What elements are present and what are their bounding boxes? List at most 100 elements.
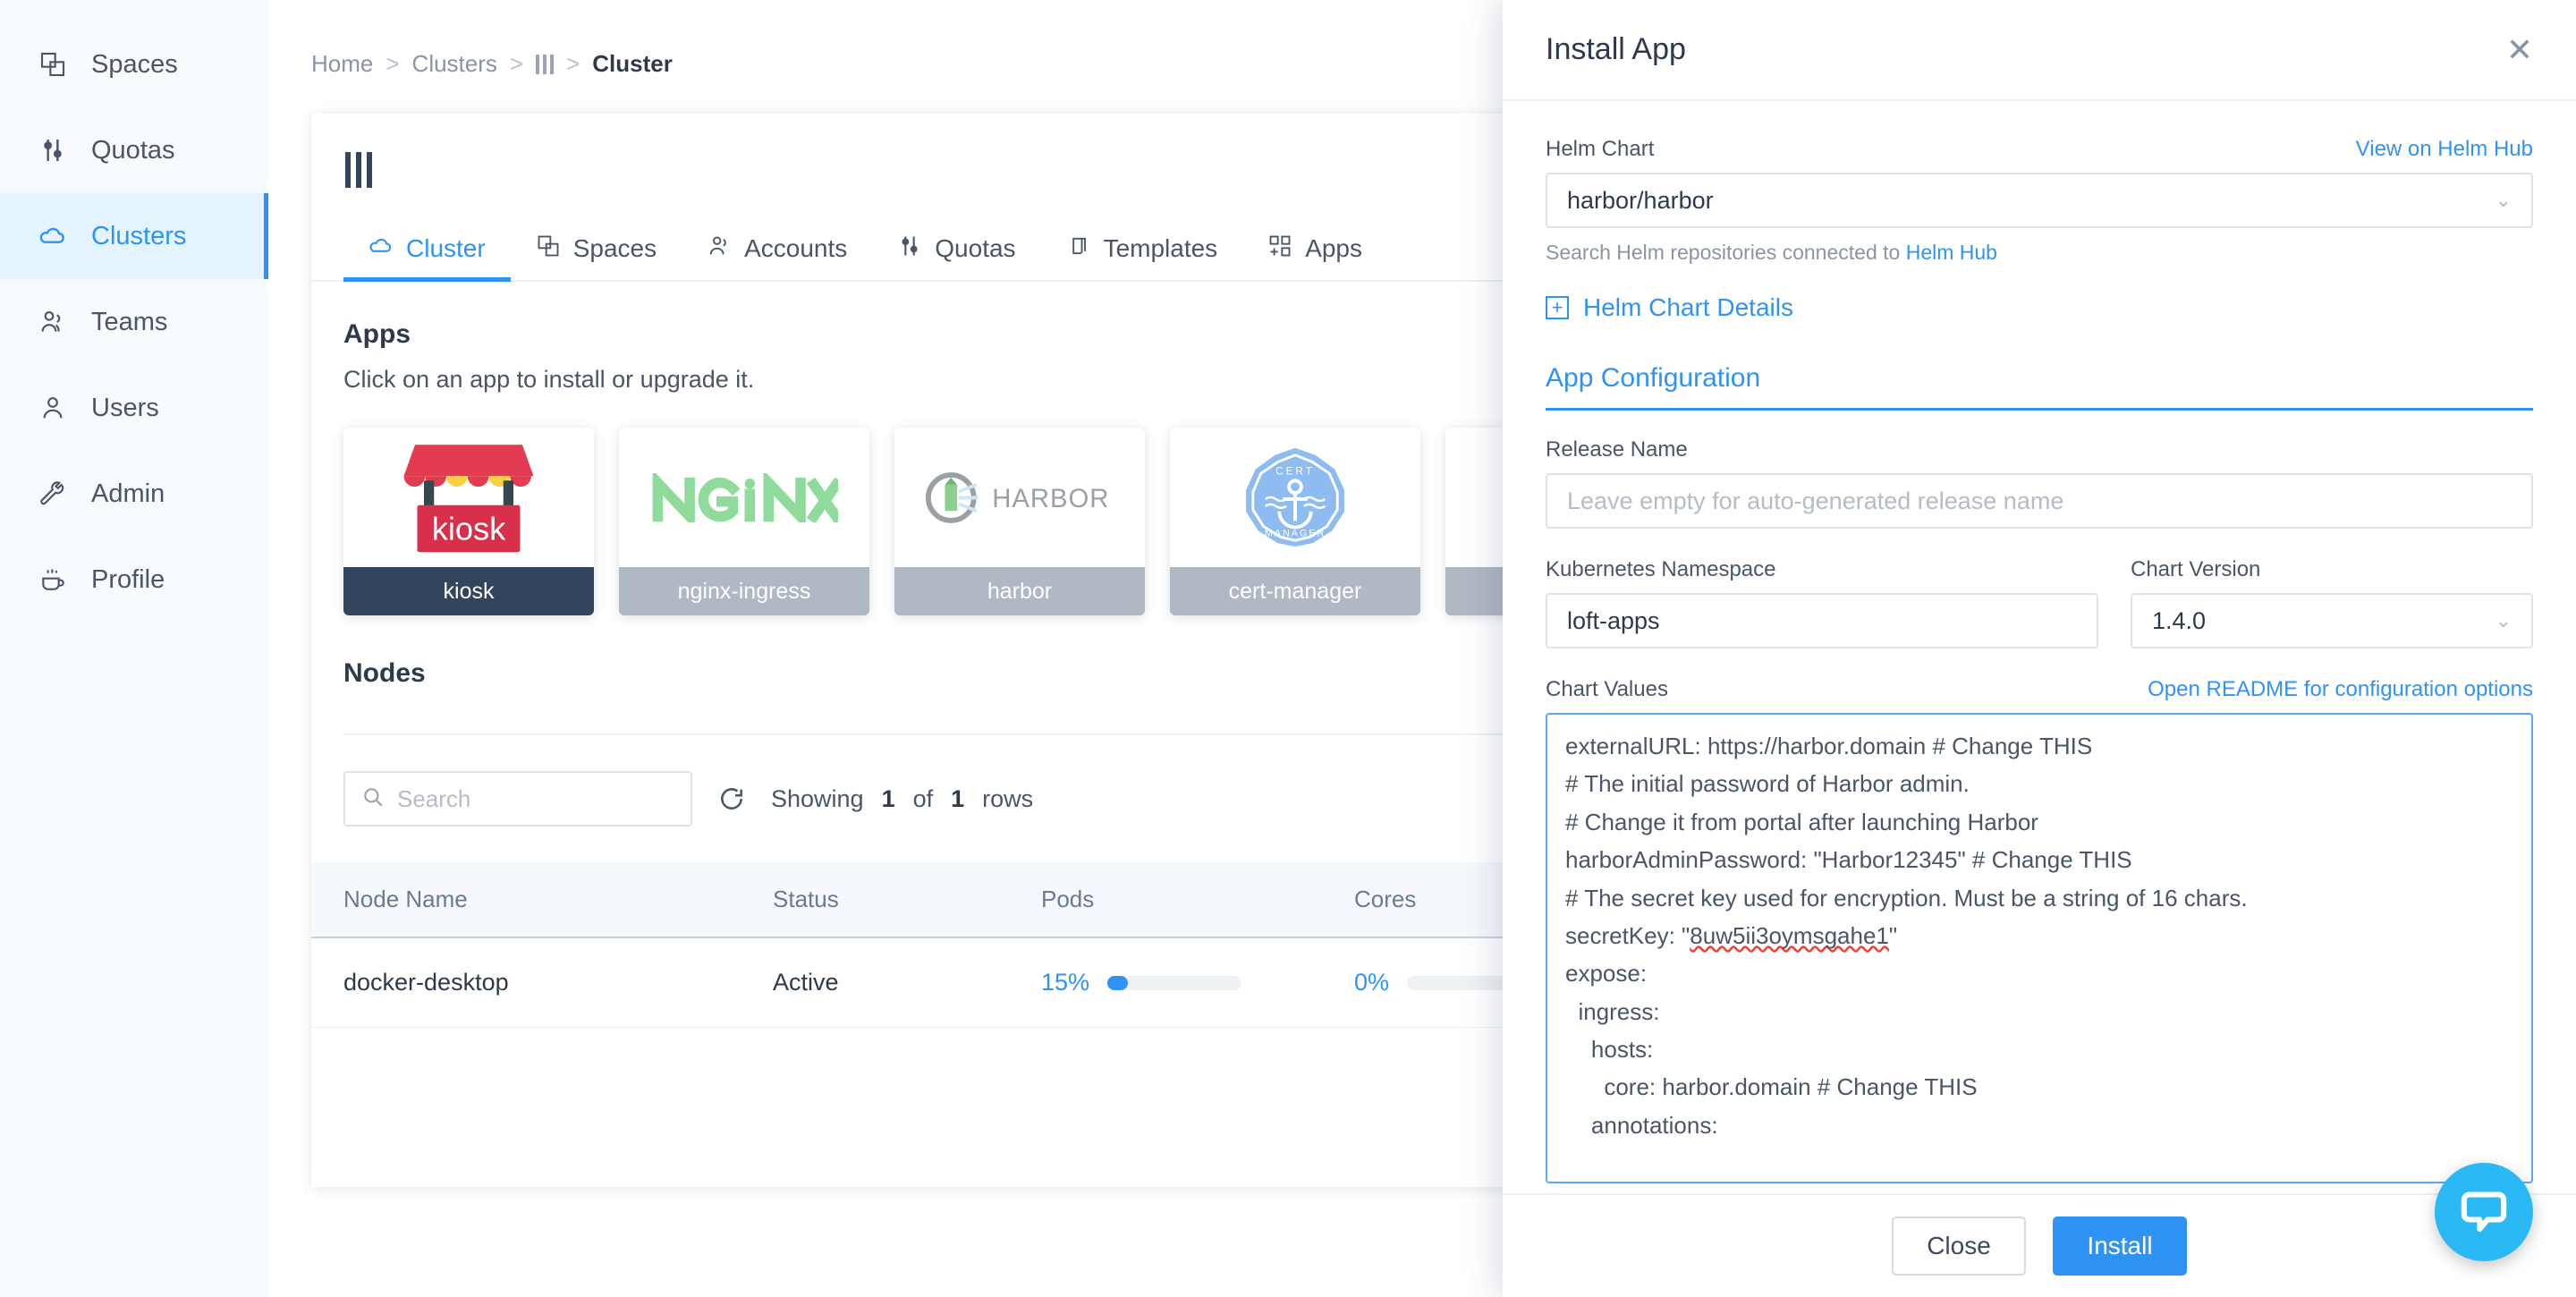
sidebar-item-users[interactable]: Users — [0, 365, 268, 451]
tab-apps[interactable]: Apps — [1242, 217, 1387, 280]
close-icon[interactable]: ✕ — [2506, 34, 2533, 66]
column-node-name[interactable]: Node Name — [311, 862, 741, 937]
nginx-logo — [619, 428, 869, 567]
tab-cluster[interactable]: Cluster — [343, 217, 511, 280]
sidebar-item-spaces[interactable]: Spaces — [0, 21, 268, 107]
cert-manager-logo: CERT MANAGER — [1170, 428, 1420, 567]
breadcrumb-home[interactable]: Home — [311, 50, 373, 78]
harbor-logo: HARBOR — [894, 428, 1145, 567]
tab-spaces[interactable]: Spaces — [511, 217, 682, 280]
quotas-icon — [897, 233, 922, 265]
panel-title: Install App — [1546, 32, 1686, 67]
spaces-icon — [536, 233, 561, 265]
app-card-label: nginx-ingress — [619, 567, 869, 615]
search-input[interactable] — [397, 785, 674, 813]
helper-prefix: Search Helm repositories connected to — [1546, 241, 1900, 264]
app-card-nginx-ingress[interactable]: nginx-ingress — [619, 428, 869, 615]
release-name-label: Release Name — [1546, 437, 2533, 462]
search-input-wrapper[interactable] — [343, 771, 692, 827]
sidebar-item-teams[interactable]: Teams — [0, 279, 268, 365]
showing-mid: of — [913, 785, 934, 813]
showing-total: 1 — [951, 785, 964, 813]
helm-chart-label-row: Helm Chart View on Helm Hub — [1546, 137, 2533, 162]
tab-label: Templates — [1104, 234, 1218, 263]
tab-quotas[interactable]: Quotas — [872, 217, 1040, 280]
open-readme-link[interactable]: Open README for configuration options — [2148, 677, 2533, 702]
sidebar-item-label: Admin — [91, 479, 165, 509]
apps-grid-icon — [1267, 233, 1292, 265]
namespace-value: loft-apps — [1567, 607, 1660, 635]
sidebar-item-label: Users — [91, 394, 159, 423]
tab-templates[interactable]: Templates — [1041, 217, 1243, 280]
breadcrumb-separator: > — [386, 50, 399, 78]
cloud-icon — [38, 221, 68, 251]
chart-values-content: externalURL: https://harbor.domain # Cha… — [1565, 727, 2513, 1144]
breadcrumb-clusters[interactable]: Clusters — [412, 50, 497, 78]
tab-label: Apps — [1305, 234, 1362, 263]
svg-text:HARBOR: HARBOR — [992, 484, 1109, 513]
chart-version-value: 1.4.0 — [2152, 607, 2206, 635]
chart-version-label: Chart Version — [2131, 557, 2533, 582]
cell-pods: 15% — [1009, 937, 1322, 1028]
helm-hub-link[interactable]: Helm Hub — [1906, 241, 1997, 264]
namespace-version-row: Kubernetes Namespace loft-apps Chart Ver… — [1546, 557, 2533, 648]
panel-body: Helm Chart View on Helm Hub harbor/harbo… — [1503, 101, 2576, 1193]
helm-chart-select[interactable]: harbor/harbor ⌄ — [1546, 173, 2533, 228]
release-name-input[interactable]: Leave empty for auto-generated release n… — [1546, 473, 2533, 529]
install-button[interactable]: Install — [2053, 1216, 2187, 1276]
chart-version-field: Chart Version 1.4.0 ⌄ — [2131, 557, 2533, 648]
app-card-harbor[interactable]: HARBOR harbor — [894, 428, 1145, 615]
sidebar-item-label: Profile — [91, 565, 165, 595]
refresh-icon[interactable] — [717, 784, 746, 813]
column-pods[interactable]: Pods — [1009, 862, 1322, 937]
chevron-down-icon: ⌄ — [2496, 189, 2512, 212]
chart-version-select[interactable]: 1.4.0 ⌄ — [2131, 593, 2533, 648]
namespace-label: Kubernetes Namespace — [1546, 557, 2098, 582]
app-card-cert-manager[interactable]: CERT MANAGER cert-manager — [1170, 428, 1420, 615]
helm-chart-details-label: Helm Chart Details — [1583, 293, 1793, 322]
teams-icon — [38, 307, 68, 337]
chart-values-textarea[interactable]: externalURL: https://harbor.domain # Cha… — [1546, 713, 2533, 1183]
svg-text:MANAGER: MANAGER — [1265, 528, 1326, 538]
view-on-helm-hub-link[interactable]: View on Helm Hub — [2356, 137, 2533, 162]
helm-chart-details-toggle[interactable]: + Helm Chart Details — [1546, 293, 2533, 322]
sidebar-item-clusters[interactable]: Clusters — [0, 193, 268, 279]
quotas-icon — [38, 135, 68, 165]
panel-footer: Close Install — [1503, 1193, 2576, 1297]
wrench-icon — [38, 479, 68, 509]
tab-accounts[interactable]: Accounts — [682, 217, 872, 280]
kiosk-logo: kiosk — [343, 428, 594, 567]
breadcrumb-current: Cluster — [592, 50, 673, 78]
sidebar-item-label: Quotas — [91, 136, 175, 165]
sidebar: Spaces Quotas Clusters Teams Users — [0, 0, 268, 1297]
install-app-panel: Install App ✕ Helm Chart View on Helm Hu… — [1503, 0, 2576, 1297]
templates-icon — [1066, 233, 1091, 265]
sidebar-item-admin[interactable]: Admin — [0, 451, 268, 537]
namespace-input[interactable]: loft-apps — [1546, 593, 2098, 648]
chat-widget-button[interactable] — [2435, 1163, 2533, 1261]
tab-label: Spaces — [573, 234, 657, 263]
coffee-icon — [38, 564, 68, 595]
pods-percent: 15% — [1041, 969, 1089, 996]
breadcrumb-cluster-glyph-icon[interactable] — [536, 55, 554, 74]
app-configuration-heading: App Configuration — [1546, 363, 2533, 411]
cores-percent: 0% — [1354, 969, 1389, 996]
release-name-placeholder: Leave empty for auto-generated release n… — [1567, 487, 2063, 515]
helm-chart-helper: Search Helm repositories connected to He… — [1546, 241, 2533, 265]
showing-suffix: rows — [982, 785, 1033, 813]
sidebar-item-quotas[interactable]: Quotas — [0, 107, 268, 193]
sidebar-item-profile[interactable]: Profile — [0, 537, 268, 623]
sidebar-item-label: Spaces — [91, 50, 178, 80]
tab-label: Cluster — [406, 234, 486, 263]
app-card-kiosk[interactable]: kiosk kiosk — [343, 428, 594, 615]
sidebar-item-label: Teams — [91, 308, 167, 337]
svg-text:kiosk: kiosk — [432, 511, 506, 547]
close-button[interactable]: Close — [1892, 1216, 2026, 1276]
breadcrumb-separator: > — [510, 50, 523, 78]
showing-rows-status: Showing 1 of 1 rows — [771, 785, 1033, 813]
chart-values-field: Chart Values Open README for configurati… — [1546, 677, 2533, 1183]
breadcrumb-separator: > — [566, 50, 580, 78]
helm-chart-value: harbor/harbor — [1567, 187, 1714, 215]
app-card-label: harbor — [894, 567, 1145, 615]
column-status[interactable]: Status — [741, 862, 1009, 937]
